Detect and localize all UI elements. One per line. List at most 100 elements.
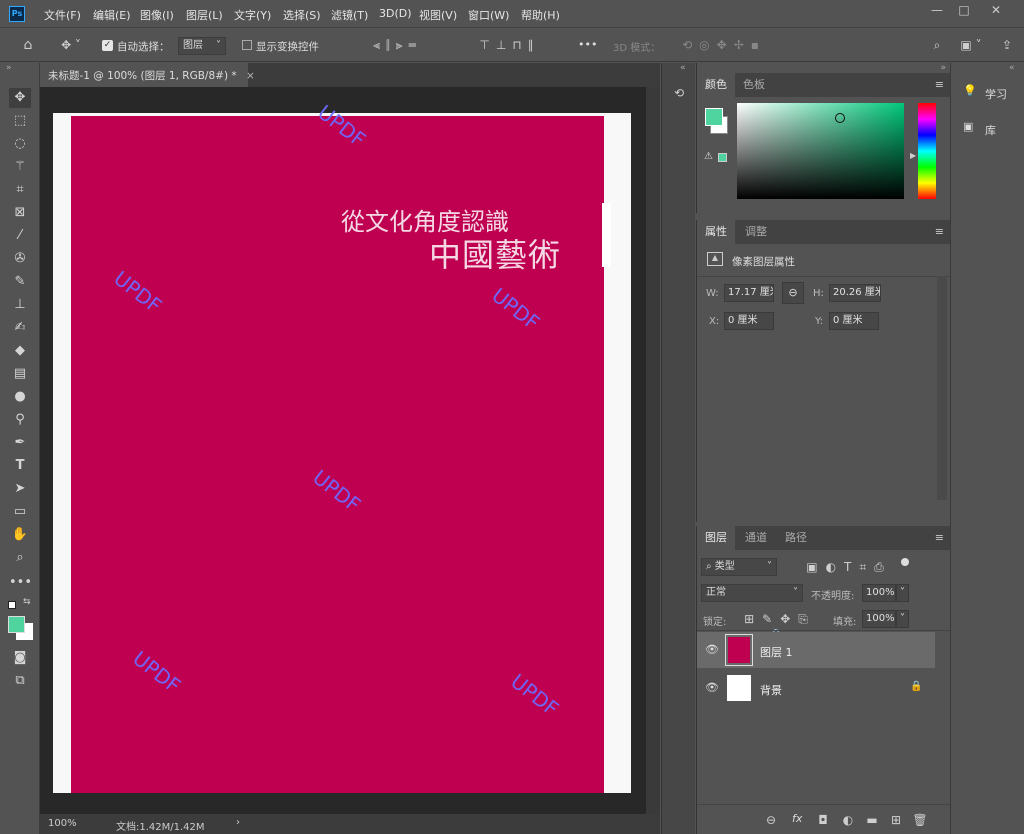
zoom-level[interactable]: 100%: [48, 818, 77, 829]
panel-menu-icon[interactable]: ≡: [935, 78, 944, 91]
menu-file[interactable]: 文件(F): [44, 7, 81, 23]
history-panel-icon[interactable]: ⟲: [670, 85, 688, 101]
rectangle-tool-icon[interactable]: ▭: [9, 502, 31, 522]
adjustment-layer-icon[interactable]: ◐: [840, 812, 856, 828]
filter-toggle-icon[interactable]: [901, 558, 909, 566]
fx-button[interactable]: fx: [792, 812, 802, 825]
auto-select-checkbox[interactable]: ✓: [102, 40, 113, 51]
hue-slider-arrow[interactable]: ▶: [910, 151, 916, 160]
canvas-workspace[interactable]: 從文化角度認識 中國藝術 UPDF UPDF UPDF UPDF UPDF UP…: [40, 87, 646, 814]
menu-select[interactable]: 选择(S): [283, 7, 321, 23]
collapse-strip-icon[interactable]: «: [680, 63, 686, 73]
share-icon[interactable]: ⇪: [998, 37, 1016, 53]
collapse-toolbar-icon[interactable]: »: [6, 63, 12, 73]
type-tool-icon[interactable]: T: [9, 456, 31, 476]
menu-window[interactable]: 窗口(W): [468, 7, 509, 23]
opacity-dropdown-icon[interactable]: ˅: [896, 584, 909, 602]
new-group-icon[interactable]: ▬: [864, 812, 880, 828]
menu-type[interactable]: 文字(Y): [234, 7, 271, 23]
color-field[interactable]: [737, 103, 904, 199]
workspace-icon[interactable]: ▣ ˅: [956, 37, 986, 53]
collapse-right-icon[interactable]: «: [1009, 63, 1015, 73]
add-mask-icon[interactable]: ◘: [815, 812, 831, 828]
panel-menu-icon[interactable]: ≡: [935, 531, 944, 544]
properties-scrollbar[interactable]: [937, 276, 947, 500]
default-colors-icon[interactable]: [8, 601, 16, 609]
blend-mode-dropdown[interactable]: 正常 ˅: [701, 584, 803, 602]
gamut-warning-icon[interactable]: ⚠: [704, 151, 713, 162]
visibility-eye-icon[interactable]: 👁: [705, 681, 719, 694]
path-selection-tool-icon[interactable]: ➤: [9, 479, 31, 499]
dodge-tool-icon[interactable]: ⚲: [9, 410, 31, 430]
layer-name[interactable]: 图层 1: [760, 644, 793, 660]
width-field[interactable]: 17.17 厘米: [724, 284, 774, 302]
status-menu-arrow[interactable]: ›: [236, 817, 240, 828]
screen-mode-icon[interactable]: ⧉: [9, 671, 31, 691]
eraser-tool-icon[interactable]: ◆: [9, 341, 31, 361]
foreground-color-swatch[interactable]: [8, 616, 25, 633]
tab-paths[interactable]: 路径: [777, 526, 815, 550]
visibility-eye-icon[interactable]: 👁: [705, 643, 719, 656]
distribute-icons[interactable]: ⊤⊥⊓∥: [462, 37, 557, 53]
document-canvas[interactable]: 從文化角度認識 中國藝術 UPDF UPDF UPDF UPDF UPDF UP…: [53, 100, 631, 793]
minimize-button[interactable]: —: [926, 3, 948, 17]
stamp-tool-icon[interactable]: ⊥: [9, 295, 31, 315]
show-transform-checkbox[interactable]: [242, 40, 252, 50]
layer-row[interactable]: 👁 图层 1: [697, 632, 935, 668]
document-tab-close-icon[interactable]: ×: [246, 70, 255, 82]
tab-layers[interactable]: 图层: [697, 526, 735, 550]
maximize-button[interactable]: □: [953, 3, 975, 17]
menu-help[interactable]: 帮助(H): [521, 7, 560, 23]
hue-slider[interactable]: [918, 103, 936, 199]
collapse-panels-icon[interactable]: »: [940, 63, 946, 73]
menu-layer[interactable]: 图层(L): [186, 7, 223, 23]
tab-adjustments[interactable]: 调整: [737, 220, 775, 244]
quick-mask-icon[interactable]: ◙: [9, 648, 31, 668]
tab-color[interactable]: 颜色: [697, 73, 735, 97]
move-tool-preset-icon[interactable]: ✥ ˅: [57, 37, 85, 53]
x-field[interactable]: 0 厘米: [724, 312, 774, 330]
tab-properties[interactable]: 属性: [697, 220, 735, 244]
zoom-tool-icon[interactable]: ⌕: [9, 548, 31, 568]
swap-colors-icon[interactable]: ⇆: [23, 597, 31, 607]
home-icon[interactable]: ⌂: [20, 37, 36, 53]
link-icon[interactable]: ⊖: [782, 282, 804, 304]
more-tools-icon[interactable]: •••: [9, 573, 32, 593]
libraries-panel-button[interactable]: ▣ 库: [951, 113, 1024, 145]
delete-layer-icon[interactable]: 🗑: [912, 812, 928, 828]
color-fg-swatch[interactable]: [705, 108, 723, 126]
layer-filter-icons[interactable]: ▣◐T⌗⎙: [789, 559, 909, 575]
eyedropper-tool-icon[interactable]: ⁄: [9, 226, 31, 246]
hand-tool-icon[interactable]: ✋: [9, 525, 31, 545]
fill-field[interactable]: 100%: [862, 610, 896, 628]
height-field[interactable]: 20.26 厘米: [829, 284, 881, 302]
gamut-color-chip[interactable]: [718, 153, 727, 162]
more-options-button[interactable]: •••: [578, 38, 597, 51]
fill-dropdown-icon[interactable]: ˅: [896, 610, 909, 628]
3d-mode-icons[interactable]: ⟲◎✥✢▪: [668, 37, 780, 53]
marquee-tool-icon[interactable]: ⬚: [9, 111, 31, 131]
frame-tool-icon[interactable]: ⊠: [9, 203, 31, 223]
healing-tool-icon[interactable]: ✇: [9, 249, 31, 269]
auto-select-dropdown[interactable]: 图层 ˅: [178, 37, 226, 55]
history-brush-tool-icon[interactable]: ✍: [9, 318, 31, 338]
layer-name[interactable]: 背景: [760, 682, 782, 698]
gradient-tool-icon[interactable]: ▤: [9, 364, 31, 384]
tab-channels[interactable]: 通道: [737, 526, 775, 550]
new-layer-icon[interactable]: ⊞: [888, 812, 904, 828]
panel-menu-icon[interactable]: ≡: [935, 225, 944, 238]
menu-image[interactable]: 图像(I): [140, 7, 174, 23]
tab-swatches[interactable]: 色板: [735, 73, 773, 97]
close-window-button[interactable]: ✕: [985, 3, 1007, 17]
menu-3d[interactable]: 3D(D): [379, 7, 412, 20]
move-tool-icon[interactable]: ✥: [9, 88, 31, 108]
vertical-scrollbar[interactable]: [646, 87, 660, 814]
layer-filter-dropdown[interactable]: ⌕ 类型 ˅: [701, 558, 777, 576]
color-picker-cursor[interactable]: [835, 113, 845, 123]
opacity-field[interactable]: 100%: [862, 584, 896, 602]
brush-tool-icon[interactable]: ✎: [9, 272, 31, 292]
menu-view[interactable]: 视图(V): [419, 7, 457, 23]
learn-panel-button[interactable]: 💡 学习: [951, 77, 1024, 109]
magic-wand-tool-icon[interactable]: ⚚: [9, 157, 31, 177]
menu-edit[interactable]: 编辑(E): [93, 7, 131, 23]
